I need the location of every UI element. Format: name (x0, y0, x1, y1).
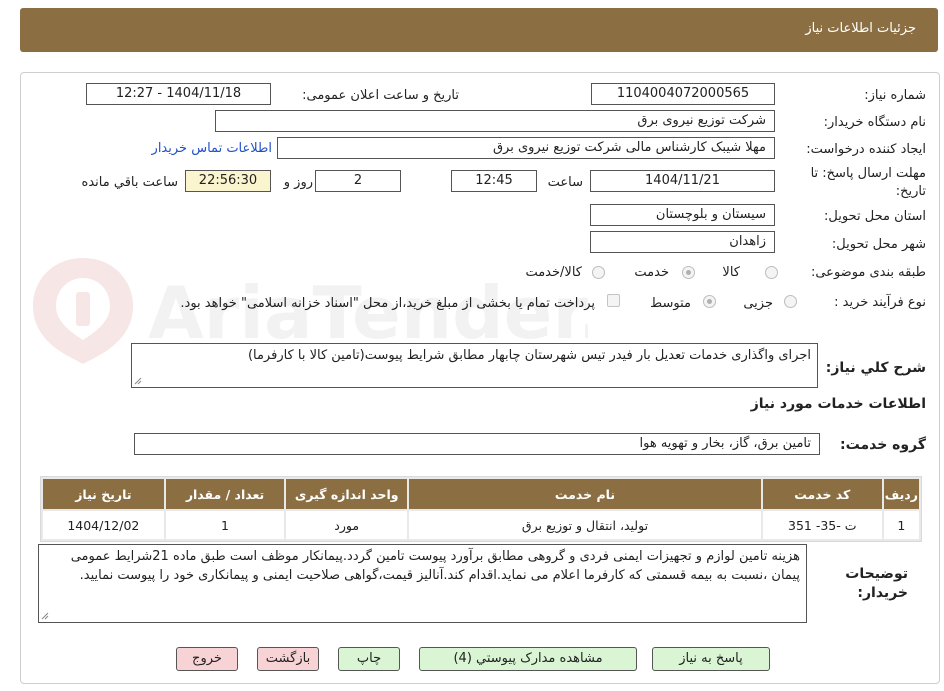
col-quantity: تعداد / مقدار (165, 479, 285, 509)
buyer-org-field: شرکت توزیع نیروی برق (215, 110, 775, 132)
view-attachments-button[interactable]: مشاهده مدارک پیوستي (4) (419, 647, 637, 671)
category-label: طبقه بندی موضوعی: (810, 265, 926, 280)
buyer-contact-link[interactable]: اطلاعات تماس خریدار (152, 141, 272, 156)
process-radio-medium[interactable] (703, 295, 716, 308)
buyer-notes-textarea[interactable]: هزینه تامین لوازم و تجهیزات ایمنی فردی و… (38, 544, 807, 623)
province-label: استان محل تحویل: (824, 209, 926, 224)
deadline-days-field: 2 (315, 170, 401, 192)
process-option-medium: متوسط (650, 296, 691, 311)
col-row: رديف (883, 479, 919, 509)
cell-row: 1 (883, 511, 919, 539)
buyer-notes-label-line1: توضیحات (845, 566, 908, 582)
deadline-days-label: روز و (283, 175, 313, 190)
category-option-goods: کالا (722, 265, 740, 280)
process-label: نوع فرآیند خرید : (834, 295, 926, 310)
resize-grip-icon[interactable] (41, 612, 49, 620)
deadline-time-label: ساعت (547, 175, 583, 190)
service-group-field: تامین برق، گاز، بخار و تهویه هوا (134, 433, 820, 455)
print-button[interactable]: چاپ (338, 647, 400, 671)
back-button[interactable]: بازگشت (257, 647, 319, 671)
category-radio-goods[interactable] (765, 266, 778, 279)
deadline-label-line2: تاریخ: (895, 184, 926, 199)
city-label: شهر محل تحویل: (831, 237, 926, 252)
requester-label: ایجاد کننده درخواست: (806, 142, 926, 157)
col-service-name: نام خدمت (409, 479, 761, 509)
reply-button[interactable]: پاسخ به نیاز (652, 647, 770, 671)
category-radio-service[interactable] (682, 266, 695, 279)
remaining-time-label: ساعت باقي مانده (81, 175, 178, 190)
services-table-header: رديف کد خدمت نام خدمت واحد اندازه گیری ت… (43, 479, 919, 509)
announce-datetime-field: 1404/11/18 - 12:27 (86, 83, 271, 105)
col-need-date: تاریخ نیاز (43, 479, 164, 509)
process-option-minor: جزیی (743, 296, 773, 311)
deadline-time-field: 12:45 (451, 170, 537, 192)
remaining-time-field: 22:56:30 (185, 170, 271, 192)
cell-quantity: 1 (165, 511, 285, 539)
cell-unit: مورد (286, 511, 408, 539)
summary-textarea[interactable]: اجرای واگذاری خدمات تعدیل بار فیدر تیس ش… (131, 343, 818, 388)
buyer-notes-text: هزینه تامین لوازم و تجهیزات ایمنی فردی و… (70, 549, 800, 583)
treasury-note: پرداخت تمام یا بخشی از مبلغ خرید،از محل … (180, 296, 595, 311)
services-table: رديف کد خدمت نام خدمت واحد اندازه گیری ت… (40, 476, 922, 542)
announce-datetime-label: تاریخ و ساعت اعلان عمومی: (302, 88, 459, 103)
resize-grip-icon[interactable] (134, 377, 142, 385)
buyer-org-label: نام دستگاه خریدار: (823, 115, 926, 130)
process-radio-minor[interactable] (784, 295, 797, 308)
service-group-label: گروه خدمت: (840, 437, 926, 453)
need-number-field: 1104004072000565 (591, 83, 775, 105)
cell-service-code: ت -35- 351 (762, 511, 882, 539)
category-radio-goods-service[interactable] (592, 266, 605, 279)
treasury-checkbox[interactable] (607, 294, 620, 307)
page-title: جزئیات اطلاعات نیاز (805, 21, 916, 36)
requester-field: مهلا شیبک کارشناس مالی شرکت توزیع نیروی … (277, 137, 775, 159)
exit-button[interactable]: خروج (176, 647, 238, 671)
deadline-label-line1: مهلت ارسال پاسخ: تا (810, 166, 926, 181)
category-option-goods-service: کالا/خدمت (525, 265, 582, 280)
page-header: جزئیات اطلاعات نیاز (20, 8, 938, 52)
col-service-code: کد خدمت (762, 479, 882, 509)
cell-need-date: 1404/12/02 (43, 511, 164, 539)
city-field: زاهدان (590, 231, 775, 253)
cell-service-name: تولید، انتقال و توزیع برق (409, 511, 761, 539)
summary-text: اجرای واگذاری خدمات تعدیل بار فیدر تیس ش… (247, 348, 811, 363)
services-section-title: اطلاعات خدمات مورد نياز (750, 396, 926, 412)
buyer-notes-label-line2: خریدار: (857, 585, 908, 601)
table-row: 1 ت -35- 351 تولید، انتقال و توزیع برق م… (43, 511, 919, 539)
summary-label: شرح کلي نياز: (825, 360, 926, 376)
deadline-date-field: 1404/11/21 (590, 170, 775, 192)
category-option-service: خدمت (634, 265, 669, 280)
need-number-label: شماره نیاز: (864, 88, 926, 103)
province-field: سیستان و بلوچستان (590, 204, 775, 226)
col-unit: واحد اندازه گیری (286, 479, 408, 509)
